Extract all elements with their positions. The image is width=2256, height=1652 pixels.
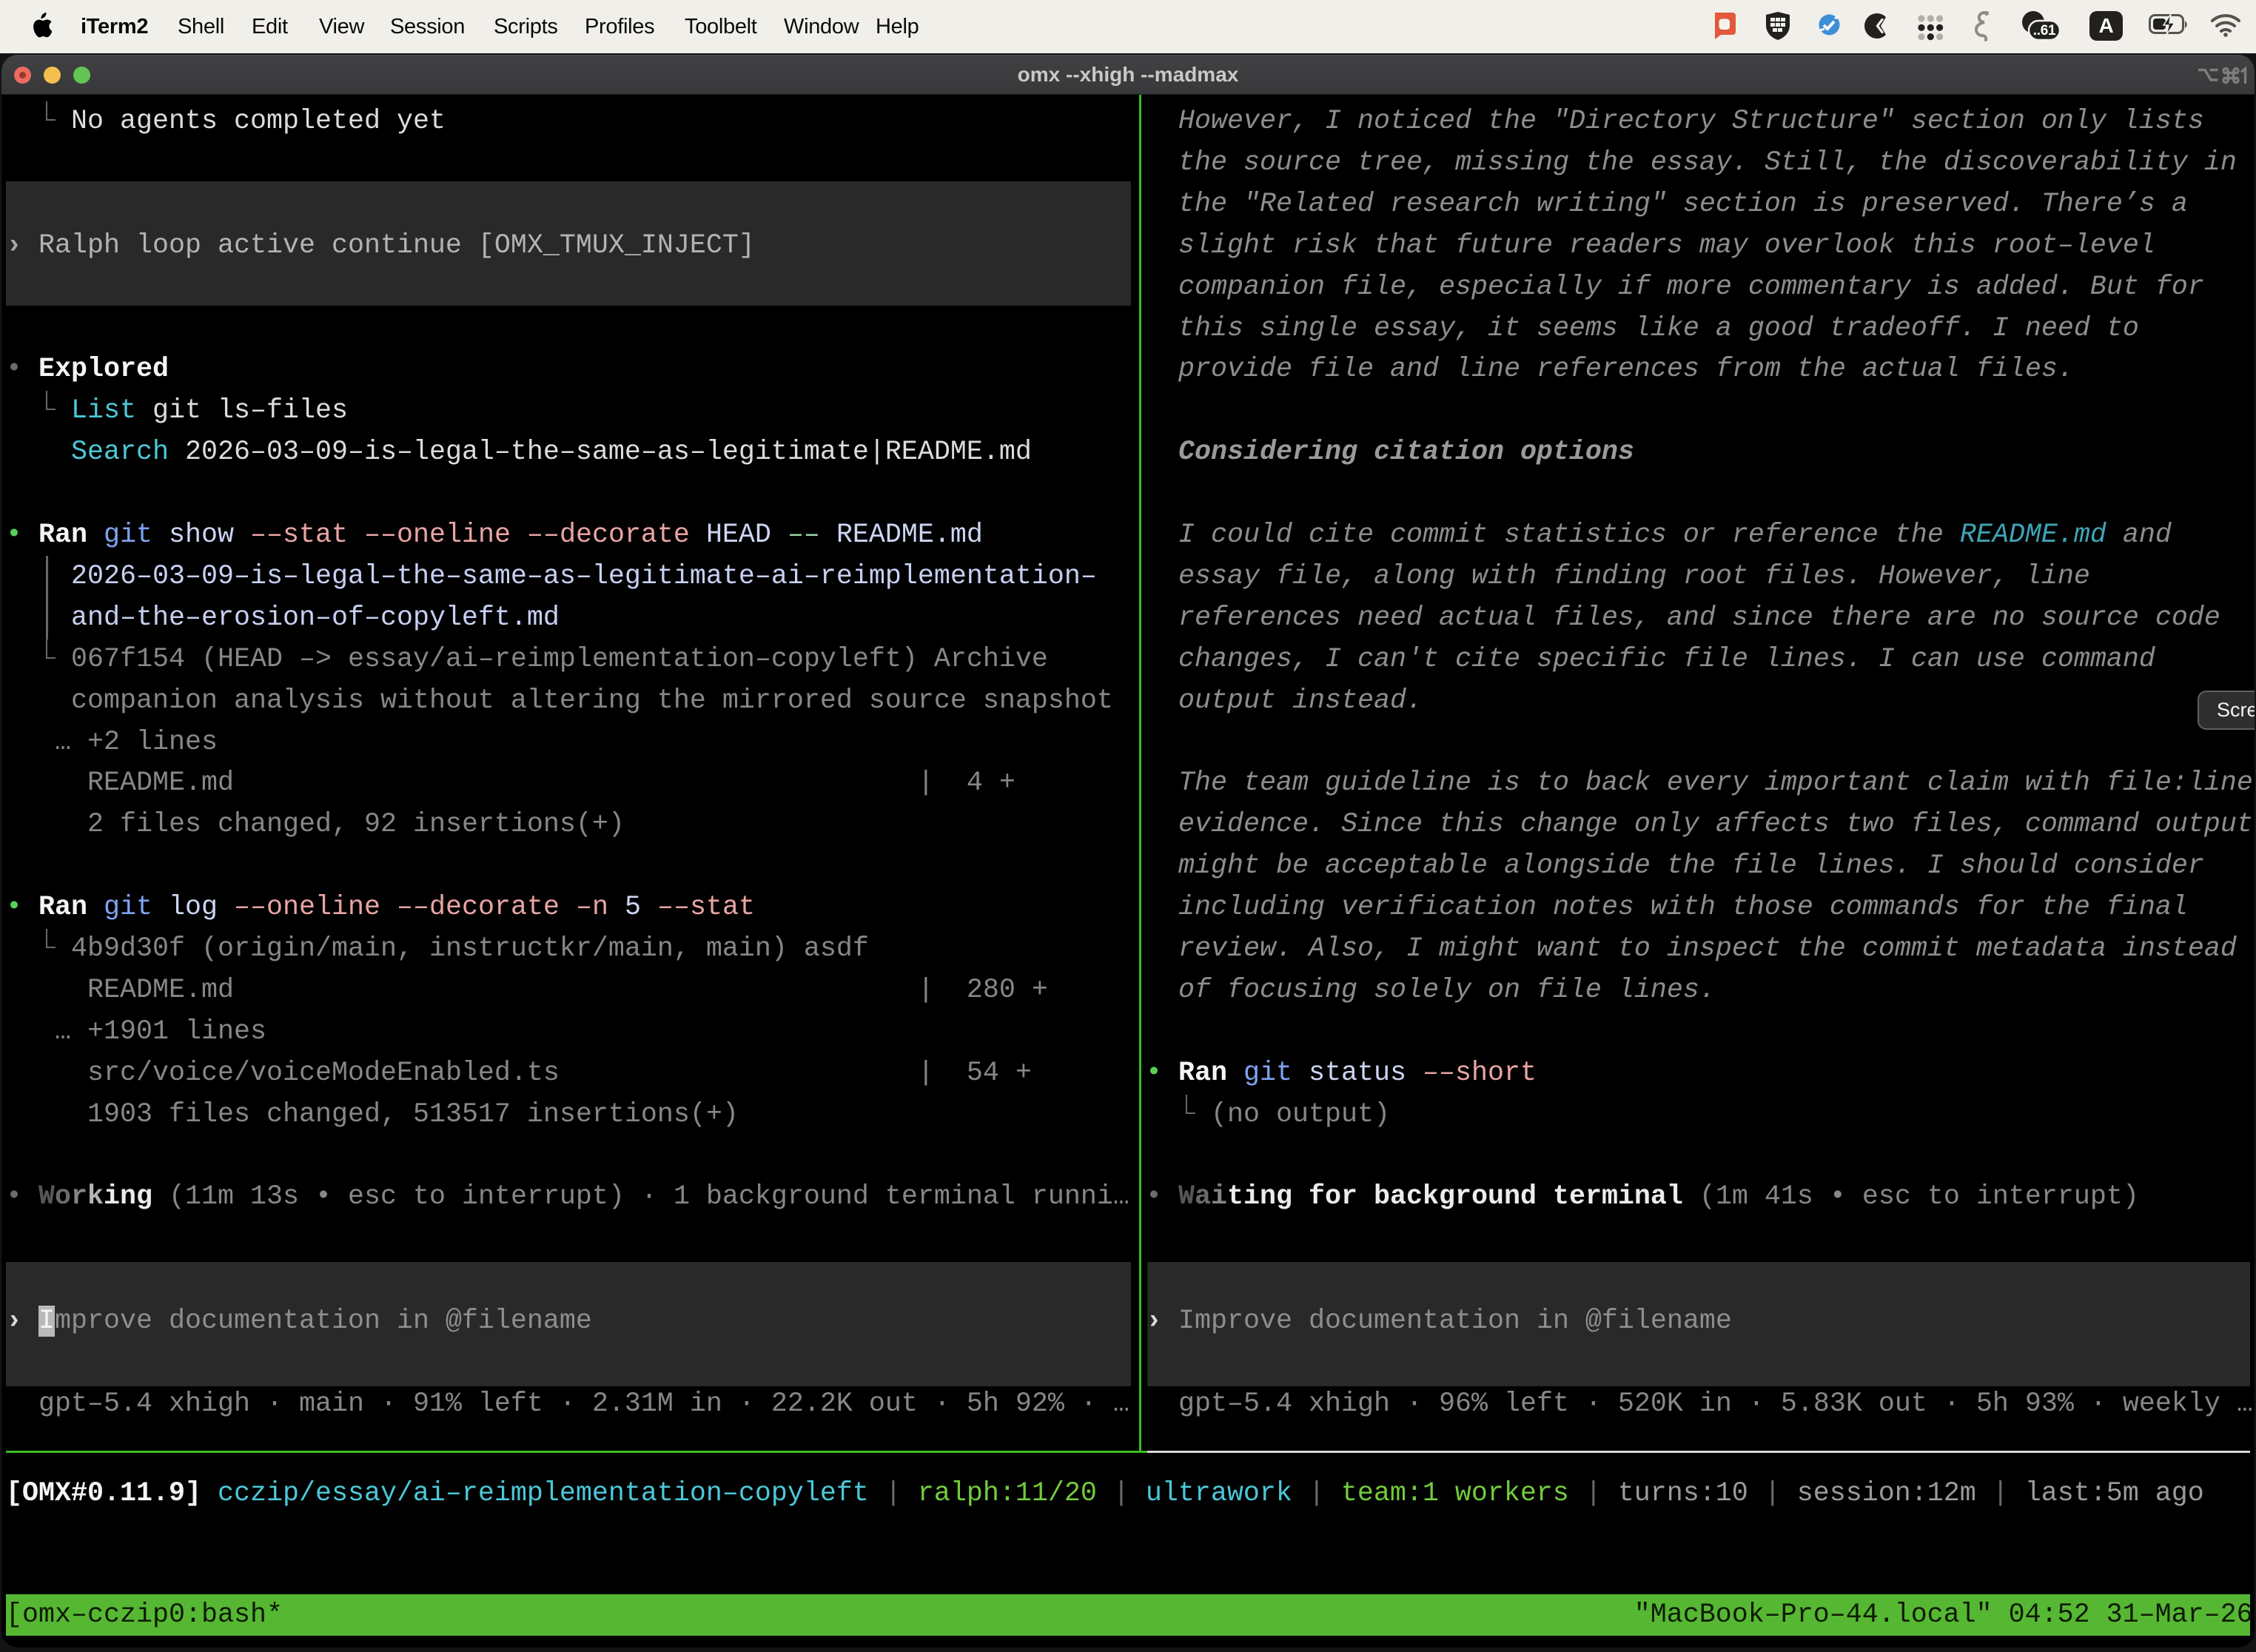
svg-text:..61: ..61	[2033, 23, 2056, 38]
